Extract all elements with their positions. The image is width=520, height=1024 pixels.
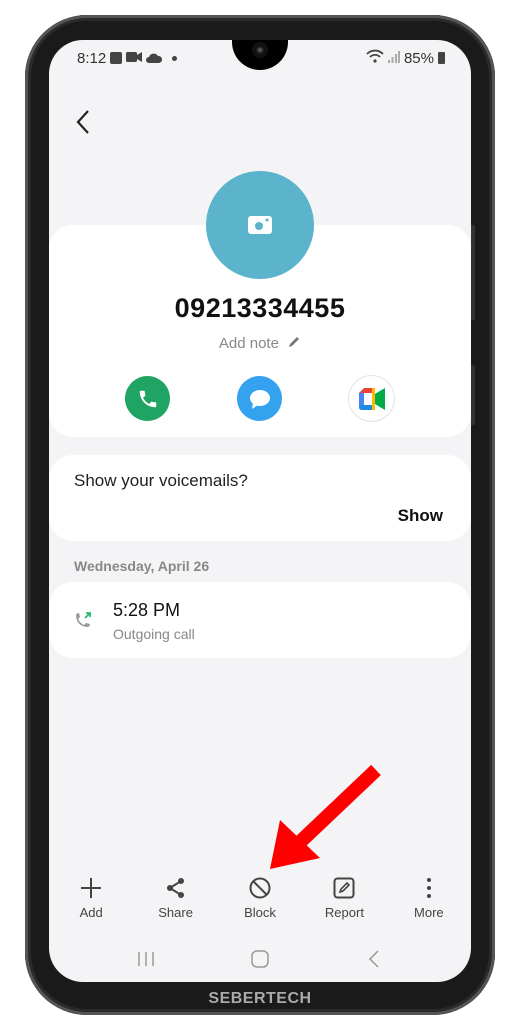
- chevron-left-icon: [76, 110, 89, 134]
- message-icon: [249, 389, 270, 409]
- add-button[interactable]: Add: [49, 876, 133, 924]
- phone-icon: [139, 390, 156, 407]
- share-label: Share: [158, 905, 193, 920]
- screen: 8:12 85% 09213334455 Add note Show your …: [49, 40, 471, 982]
- report-label: Report: [324, 905, 364, 920]
- system-back-button[interactable]: [354, 944, 394, 974]
- watermark: SEBERTECH: [208, 990, 312, 1007]
- status-time: 8:12: [77, 49, 107, 67]
- block-button[interactable]: Block: [218, 876, 302, 924]
- contact-number: 09213334455: [174, 293, 346, 323]
- message-button[interactable]: [237, 376, 282, 421]
- block-icon: [249, 876, 271, 900]
- gallery-icon: [110, 52, 123, 64]
- bottom-toolbar: Add Share Block Report More: [49, 876, 471, 924]
- add-note-button[interactable]: Add note: [49, 335, 471, 352]
- back-button[interactable]: [73, 108, 93, 136]
- report-button[interactable]: Report: [302, 876, 386, 924]
- share-button[interactable]: Share: [133, 876, 217, 924]
- cloud-icon: [146, 50, 163, 67]
- date-header: Wednesday, April 26: [74, 558, 210, 574]
- signal-icon: [387, 50, 400, 67]
- call-type: Outgoing call: [113, 626, 195, 642]
- annotation-arrow: [270, 764, 381, 869]
- call-log-item[interactable]: 5:28 PM Outgoing call: [49, 582, 471, 658]
- block-label: Block: [244, 905, 276, 920]
- more-vertical-icon: [426, 876, 432, 900]
- show-voicemail-button[interactable]: Show: [398, 506, 443, 526]
- dot-icon: [172, 55, 178, 61]
- pencil-icon: [289, 337, 300, 347]
- call-time: 5:28 PM: [113, 600, 181, 620]
- add-note-label: Add note: [218, 335, 279, 352]
- battery-percent: 85%: [403, 49, 434, 67]
- more-button[interactable]: More: [387, 876, 471, 924]
- recents-icon: [138, 952, 154, 966]
- more-label: More: [414, 905, 444, 920]
- status-bar: 8:12 85%: [77, 48, 445, 68]
- back-icon: [368, 950, 379, 968]
- battery-icon: [438, 52, 445, 64]
- voicemail-card: Show your voicemails? Show: [49, 455, 471, 541]
- voicemail-prompt: Show your voicemails?: [74, 471, 248, 490]
- video-call-button[interactable]: [349, 376, 394, 421]
- home-button[interactable]: [240, 944, 280, 974]
- avatar[interactable]: [206, 171, 314, 279]
- outgoing-call-icon: [73, 610, 93, 635]
- camera-icon: [248, 216, 272, 234]
- call-button[interactable]: [125, 376, 170, 421]
- share-icon: [166, 876, 186, 900]
- wifi-icon: [366, 49, 384, 67]
- recents-button[interactable]: [126, 944, 166, 974]
- video-icon: [126, 50, 143, 67]
- plus-icon: [80, 876, 102, 900]
- report-icon: [333, 876, 355, 900]
- add-label: Add: [79, 905, 103, 920]
- google-meet-icon: [358, 387, 385, 410]
- navigation-bar: [49, 936, 471, 982]
- home-icon: [251, 950, 269, 968]
